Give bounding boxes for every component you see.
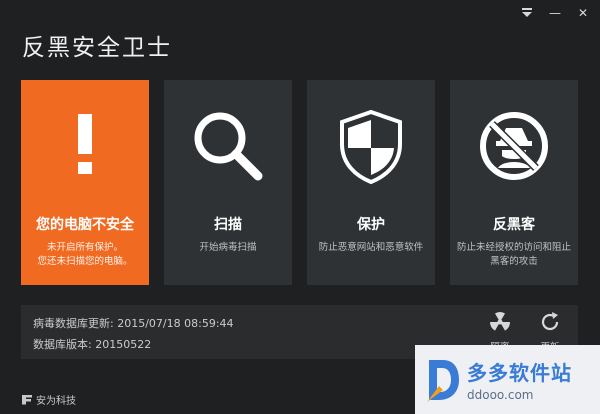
refresh-icon <box>541 312 559 331</box>
tile-protect[interactable]: 保护 防止恶意网站和恶意软件 <box>307 80 435 285</box>
db-update-value: 2015/07/18 08:59:44 <box>117 317 234 330</box>
tile-status-title: 您的电脑不安全 <box>36 217 134 233</box>
shield-icon <box>307 108 435 184</box>
watermark-logo-icon <box>427 359 459 402</box>
site-watermark: 多多软件站 ddooo.com <box>415 345 600 414</box>
db-version-value: 20150522 <box>95 338 152 351</box>
tile-status-desc: 未开启所有保护。 您还未扫描您的电脑。 <box>27 241 143 269</box>
tile-antihacker-desc-line: 防止未经授权的访问和阻止 <box>456 242 571 253</box>
tile-scan-title: 扫描 <box>214 217 242 233</box>
db-version-label: 数据库版本: <box>33 338 92 351</box>
minimize-button[interactable]: — <box>548 6 562 20</box>
db-update-line: 病毒数据库更新: 2015/07/18 08:59:44 <box>33 315 234 331</box>
tile-antihacker-desc: 防止未经授权的访问和阻止 黑客的攻击 <box>456 241 572 269</box>
window-controls: — ✕ <box>520 6 590 20</box>
magnifier-icon <box>164 108 292 184</box>
tile-scan-desc-line: 开始病毒扫描 <box>199 242 257 253</box>
tile-antihacker-title: 反黑客 <box>493 217 535 233</box>
tile-scan-desc: 开始病毒扫描 <box>170 241 286 255</box>
db-version-line: 数据库版本: 20150522 <box>33 336 151 352</box>
tile-protect-desc-line: 防止恶意网站和恶意软件 <box>318 242 424 253</box>
tile-status-desc-line: 未开启所有保护。 <box>46 242 123 253</box>
watermark-name: 多多软件站 <box>467 361 572 385</box>
db-update-label: 病毒数据库更新: <box>33 317 114 330</box>
tile-antihacker-desc-line: 黑客的攻击 <box>490 256 538 267</box>
no-hacker-icon <box>450 108 578 184</box>
exclamation-icon <box>21 108 149 178</box>
tile-protect-desc: 防止恶意网站和恶意软件 <box>313 241 429 255</box>
footer-brand: 安为科技 <box>22 392 76 407</box>
feature-tiles: 您的电脑不安全 未开启所有保护。 您还未扫描您的电脑。 扫描 开始病毒扫描 保护 <box>21 80 578 285</box>
tile-status[interactable]: 您的电脑不安全 未开启所有保护。 您还未扫描您的电脑。 <box>21 80 149 285</box>
brand-name: 安为科技 <box>36 396 76 407</box>
brand-logo-icon <box>22 394 32 405</box>
tile-antihacker[interactable]: 反黑客 防止未经授权的访问和阻止 黑客的攻击 <box>450 80 578 285</box>
tile-protect-title: 保护 <box>357 217 385 233</box>
menu-down-icon[interactable] <box>520 6 534 20</box>
close-button[interactable]: ✕ <box>576 6 590 20</box>
watermark-text: 多多软件站 ddooo.com <box>467 357 572 402</box>
tile-scan[interactable]: 扫描 开始病毒扫描 <box>164 80 292 285</box>
app-title: 反黑安全卫士 <box>22 35 172 61</box>
radiation-icon <box>490 312 510 331</box>
tile-status-desc-line: 您还未扫描您的电脑。 <box>37 256 133 267</box>
watermark-url: ddooo.com <box>467 388 534 402</box>
